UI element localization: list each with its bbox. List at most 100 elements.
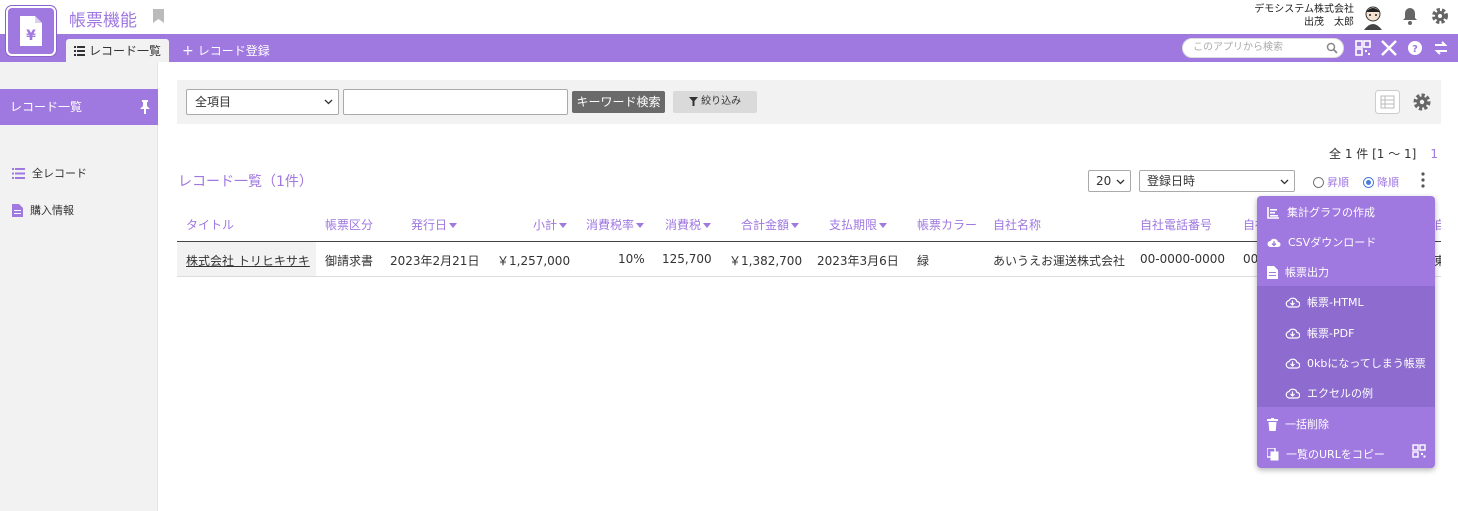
table-view-icon[interactable]: [1375, 90, 1400, 114]
keyword-search-button[interactable]: キーワード検索: [572, 91, 665, 113]
pager-info: 全 1 件 [1 〜 1] 1: [1329, 145, 1438, 162]
radio-circle-checked[interactable]: [1363, 176, 1374, 188]
radio-circle[interactable]: [1313, 176, 1324, 188]
menu-item-report-pdf[interactable]: 帳票-PDF: [1285, 325, 1354, 341]
menu-item-label: 一括削除: [1285, 418, 1329, 431]
svg-text:¥: ¥: [26, 28, 36, 44]
menu-item-bulk-delete[interactable]: 一括削除: [1267, 416, 1329, 432]
column-label: 帳票区分: [325, 218, 374, 232]
column-header-clipped[interactable]: 自: [1434, 216, 1441, 233]
menu-item-csv-download[interactable]: CSVダウンロード: [1267, 234, 1376, 250]
column-header-issue-date[interactable]: 発行日: [411, 216, 458, 233]
narrow-down-label: 絞り込み: [701, 96, 742, 107]
funnel-icon: [688, 96, 698, 106]
sidebar-item-purchase-info[interactable]: 購入情報: [12, 202, 74, 218]
column-header-total[interactable]: 合計金額: [741, 216, 800, 233]
user-info: デモシステム株式会社 出茂 太郎: [1254, 3, 1354, 29]
plus-icon: +: [182, 42, 194, 59]
qr-code-icon[interactable]: [1353, 38, 1373, 58]
svg-text:?: ?: [1412, 44, 1418, 55]
column-header-tax[interactable]: 消費税: [665, 216, 712, 233]
column-header-tax-rate[interactable]: 消費税率: [586, 216, 645, 233]
menu-item-label: 帳票出力: [1285, 266, 1329, 279]
menu-item-copy-url[interactable]: 一覧のURLをコピー: [1267, 446, 1385, 462]
sidebar-item-all-records[interactable]: 全レコード: [12, 165, 87, 181]
search-input[interactable]: このアプリから検索: [1182, 38, 1344, 58]
cloud-download-icon: [1285, 358, 1300, 369]
pin-icon[interactable]: [139, 100, 151, 114]
top-bar: ¥ 帳票機能 デモシステム株式会社 出茂 太郎: [0, 0, 1458, 56]
sidebar-header-label: レコード一覧: [10, 100, 83, 114]
copy-icon: [1267, 447, 1279, 460]
sort-desc-label: 降順: [1377, 176, 1399, 189]
column-label: 自社名称: [993, 218, 1042, 232]
sort-arrow-icon: [449, 223, 458, 228]
cloud-download-icon: [1285, 328, 1300, 339]
kebab-menu-icon[interactable]: [1416, 172, 1430, 188]
column-label: 小計: [533, 218, 558, 232]
nav-bar: レコード一覧 + レコード登録 このアプリから検索 ?: [0, 34, 1458, 62]
column-header-type[interactable]: 帳票区分: [325, 216, 373, 233]
menu-item-report-0kb[interactable]: 0kbになってしまう帳票: [1285, 355, 1426, 371]
settings-gear-icon[interactable]: [1412, 92, 1432, 112]
sidebar: レコード一覧 全レコード 購入情報: [0, 62, 158, 511]
bell-icon[interactable]: [1400, 6, 1420, 26]
search-placeholder: このアプリから検索: [1193, 42, 1283, 53]
menu-item-report-output[interactable]: 帳票出力: [1267, 264, 1329, 280]
column-label: 自社電話番号: [1140, 218, 1213, 232]
column-header-due-date[interactable]: 支払期限: [829, 216, 888, 233]
column-header-company-phone[interactable]: 自社電話番号: [1140, 216, 1212, 233]
column-label: 消費税率: [586, 218, 635, 232]
menu-item-label: CSVダウンロード: [1288, 236, 1377, 249]
column-label: 消費税: [665, 218, 702, 232]
record-title-link[interactable]: 株式会社 トリヒキサキ: [186, 252, 310, 269]
menu-item-report-html[interactable]: 帳票-HTML: [1285, 294, 1364, 310]
menu-item-create-chart[interactable]: 集計グラフの作成: [1267, 204, 1375, 220]
avatar[interactable]: [1361, 4, 1385, 30]
page-link[interactable]: 1: [1430, 147, 1438, 161]
field-select[interactable]: 全項目: [186, 89, 339, 115]
column-header-subtotal[interactable]: 小計: [533, 216, 568, 233]
column-label: 合計金額: [741, 218, 790, 232]
table-row-divider: [177, 276, 1441, 277]
help-icon[interactable]: ?: [1405, 38, 1425, 58]
gear-icon[interactable]: [1430, 6, 1450, 26]
trash-icon: [1267, 417, 1278, 431]
column-header-company-name[interactable]: 自社名称: [993, 216, 1041, 233]
pager-count: 全 1 件 [1 〜 1]: [1329, 147, 1417, 161]
column-header-title[interactable]: タイトル: [186, 216, 234, 233]
user-company: デモシステム株式会社: [1254, 4, 1354, 15]
cell-company-name: あいうえお運送株式会社: [993, 254, 1126, 268]
search-icon[interactable]: [1326, 42, 1338, 54]
switch-icon[interactable]: [1431, 38, 1451, 58]
narrow-down-button[interactable]: 絞り込み: [673, 91, 757, 113]
cell-tax: 125,700: [662, 252, 712, 266]
keyword-input[interactable]: [343, 89, 568, 115]
cell-tax-rate: 10%: [618, 252, 645, 266]
menu-item-label: 集計グラフの作成: [1287, 206, 1375, 219]
chevron-down-icon: [1280, 179, 1289, 185]
sort-field-select[interactable]: 登録日時: [1139, 170, 1295, 192]
sort-asc-radio[interactable]: 昇順: [1313, 174, 1349, 190]
app-icon[interactable]: ¥: [6, 6, 56, 56]
per-page-select[interactable]: 20: [1088, 170, 1131, 192]
column-label: 帳票カラー: [917, 218, 978, 232]
tools-icon[interactable]: [1379, 38, 1399, 58]
cell-type: 御請求書: [325, 254, 374, 268]
tab-record-register[interactable]: + レコード登録: [174, 39, 278, 62]
cell-clipped: 東: [1434, 254, 1441, 268]
tab-record-list-label: レコード一覧: [89, 44, 162, 58]
tab-record-list[interactable]: レコード一覧: [66, 39, 170, 62]
list-icon: [74, 45, 85, 56]
qr-code-icon[interactable]: [1412, 444, 1426, 458]
chevron-down-icon: [1116, 179, 1125, 185]
sort-arrow-icon: [636, 223, 645, 228]
sort-arrow-icon: [879, 223, 888, 228]
sort-desc-radio[interactable]: 降順: [1363, 174, 1399, 190]
column-header-color[interactable]: 帳票カラー: [917, 216, 977, 233]
action-menu: 集計グラフの作成 CSVダウンロード 帳票出力 帳票-HTML 帳票-PDF 0…: [1257, 196, 1435, 468]
bookmark-icon[interactable]: [153, 9, 164, 23]
document-icon: [1267, 265, 1278, 279]
cell-company-extra: 00: [1243, 252, 1259, 266]
menu-item-report-excel[interactable]: エクセルの例: [1285, 385, 1373, 401]
